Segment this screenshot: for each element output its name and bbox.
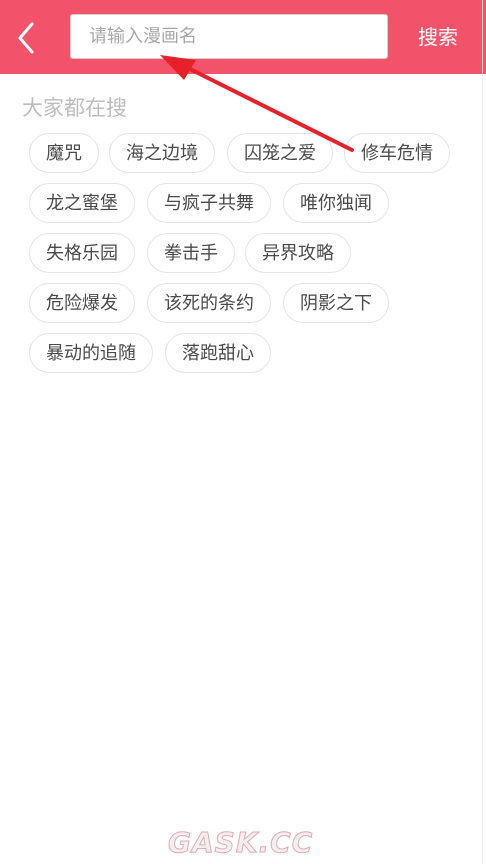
right-divider — [482, 0, 483, 864]
hot-tag-item[interactable]: 落跑甜心 — [165, 333, 271, 373]
search-button[interactable]: 搜索 — [408, 20, 468, 54]
hot-tag-item[interactable]: 魔咒 — [29, 133, 99, 173]
watermark-logo: GASK.CC — [168, 826, 313, 858]
hot-tag-item[interactable]: 龙之蜜堡 — [29, 183, 135, 223]
hot-tag-item[interactable]: 囚笼之爱 — [227, 133, 333, 173]
hot-tag-item[interactable]: 该死的条约 — [147, 283, 271, 323]
hot-tag-item[interactable]: 海之边境 — [109, 133, 215, 173]
back-button[interactable] — [10, 18, 44, 58]
hot-tag-item[interactable]: 拳击手 — [147, 233, 235, 273]
hot-tag-item[interactable]: 异界攻略 — [245, 233, 351, 273]
search-page: 搜索 大家都在搜 魔咒 海之边境 囚笼之爱 修车危情 龙之蜜堡 与疯子共舞 唯你… — [0, 0, 486, 864]
hot-tag-item[interactable]: 危险爆发 — [29, 283, 135, 323]
hot-search-title: 大家都在搜 — [22, 96, 127, 120]
hot-tag-item[interactable]: 阴影之下 — [283, 283, 389, 323]
hot-tag-item[interactable]: 与疯子共舞 — [147, 183, 271, 223]
hot-tag-item[interactable]: 失格乐园 — [29, 233, 135, 273]
search-input[interactable] — [70, 14, 388, 59]
hot-tag-item[interactable]: 暴动的追随 — [29, 333, 153, 373]
header-bar: 搜索 — [0, 0, 486, 74]
hot-tag-item[interactable]: 唯你独闻 — [283, 183, 389, 223]
hot-tag-item[interactable]: 修车危情 — [344, 133, 450, 173]
chevron-left-icon — [18, 22, 34, 54]
svg-text:GASK.CC: GASK.CC — [168, 826, 313, 858]
